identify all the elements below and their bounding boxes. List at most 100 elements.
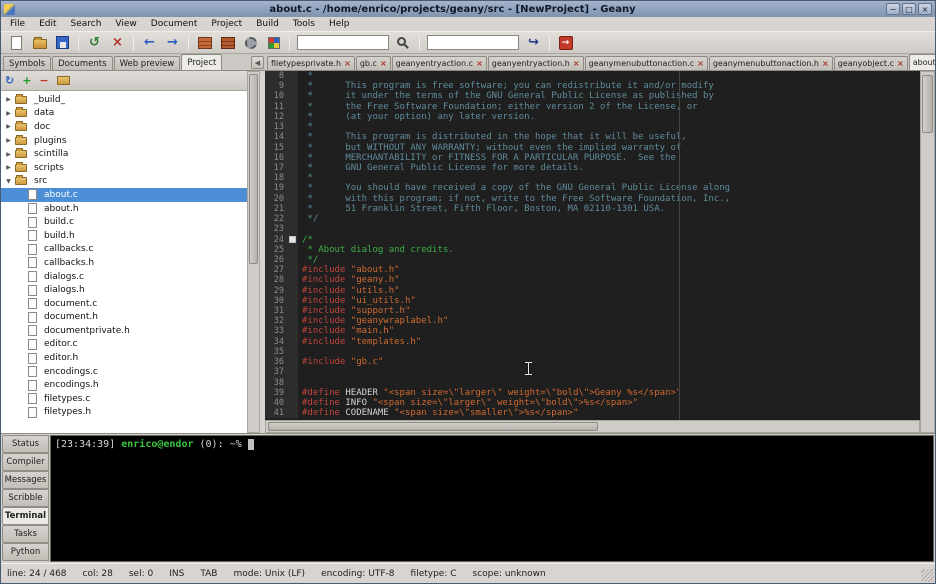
build-button[interactable] — [217, 33, 238, 52]
fold-marker-icon[interactable] — [289, 236, 296, 243]
tree-item[interactable]: ▶doc — [1, 120, 247, 134]
editor-vscrollbar[interactable] — [920, 71, 935, 433]
menu-item-build[interactable]: Build — [249, 18, 286, 30]
document-tab[interactable]: geanymenubuttonaction.h× — [709, 56, 833, 70]
document-tab[interactable]: geanyentryaction.c× — [392, 56, 487, 70]
message-tab-python[interactable]: Python — [2, 543, 49, 561]
tree-item[interactable]: ▶scripts — [1, 161, 247, 175]
message-tab-tasks[interactable]: Tasks — [2, 525, 49, 543]
close-window-button[interactable]: × — [918, 3, 932, 15]
message-tab-compiler[interactable]: Compiler — [2, 453, 49, 471]
tree-item[interactable]: ▶data — [1, 107, 247, 121]
forward-button[interactable]: → — [162, 33, 183, 52]
message-tab-messages[interactable]: Messages — [2, 471, 49, 489]
editor-hscrollbar[interactable] — [265, 420, 920, 433]
search-button[interactable] — [393, 33, 414, 52]
open-folder-icon[interactable] — [57, 76, 70, 85]
document-tab[interactable]: geanyobject.c× — [834, 56, 908, 70]
tree-item[interactable]: encodings.c — [1, 365, 247, 379]
tab-close-icon[interactable]: × — [822, 59, 829, 68]
tree-item[interactable]: document.h — [1, 311, 247, 325]
close-button[interactable]: × — [107, 33, 128, 52]
expander-icon[interactable]: ▶ — [4, 110, 13, 117]
tree-item[interactable]: callbacks.h — [1, 256, 247, 270]
expander-icon[interactable]: ▼ — [4, 178, 13, 185]
new-file-button[interactable] — [6, 33, 27, 52]
document-tab[interactable]: filetypesprivate.h× — [267, 56, 355, 70]
color-chooser-button[interactable] — [263, 33, 284, 52]
goto-line-button[interactable]: ↪ — [523, 33, 544, 52]
tree-item[interactable]: build.h — [1, 229, 247, 243]
tab-close-icon[interactable]: × — [476, 59, 483, 68]
tree-item[interactable]: dialogs.h — [1, 283, 247, 297]
editor-hscrollbar-thumb[interactable] — [268, 422, 598, 431]
tree-item[interactable]: about.c — [1, 188, 247, 202]
titlebar[interactable]: about.c - /home/enrico/projects/geany/sr… — [1, 1, 935, 17]
add-file-icon[interactable]: + — [22, 74, 31, 88]
tree-item[interactable]: ▼src — [1, 175, 247, 189]
revert-button[interactable]: ↺ — [84, 33, 105, 52]
expander-icon[interactable]: ▶ — [4, 151, 13, 158]
tab-close-icon[interactable]: × — [573, 59, 580, 68]
tree-item[interactable]: editor.c — [1, 338, 247, 352]
expander-icon[interactable]: ▶ — [4, 137, 13, 144]
document-tab[interactable]: geanymenubuttonaction.c× — [585, 56, 708, 70]
tab-close-icon[interactable]: × — [380, 59, 387, 68]
tab-scroll-left-button[interactable]: ◀ — [251, 56, 264, 69]
tab-close-icon[interactable]: × — [897, 59, 904, 68]
tree-item[interactable]: filetypes.c — [1, 392, 247, 406]
menu-item-project[interactable]: Project — [204, 18, 249, 30]
document-tab[interactable]: gb.c× — [356, 56, 391, 70]
tree-item[interactable]: ▶_build_ — [1, 93, 247, 107]
save-file-button[interactable] — [52, 33, 73, 52]
maximize-button[interactable]: □ — [902, 3, 916, 15]
menu-item-help[interactable]: Help — [322, 18, 357, 30]
tree-item[interactable]: ▶plugins — [1, 134, 247, 148]
sidebar-tab-symbols[interactable]: Symbols — [3, 56, 51, 70]
sidebar-tab-documents[interactable]: Documents — [52, 56, 112, 70]
menu-item-search[interactable]: Search — [64, 18, 109, 30]
document-tab[interactable]: geanyentryaction.h× — [488, 56, 584, 70]
goto-line-input[interactable] — [427, 35, 519, 50]
menu-item-view[interactable]: View — [108, 18, 143, 30]
back-button[interactable]: ← — [139, 33, 160, 52]
tree-item[interactable]: encodings.h — [1, 378, 247, 392]
terminal[interactable]: [23:34:39] enrico@endor (0): ~% — [50, 435, 934, 562]
minimize-button[interactable]: − — [886, 3, 900, 15]
expander-icon[interactable]: ▶ — [4, 123, 13, 130]
execute-button[interactable] — [240, 33, 261, 52]
quit-button[interactable]: → — [555, 33, 576, 52]
document-tab[interactable]: about.c× — [909, 54, 935, 70]
tree-item[interactable]: filetypes.h — [1, 406, 247, 420]
menu-item-tools[interactable]: Tools — [286, 18, 322, 30]
expander-icon[interactable]: ▶ — [4, 96, 13, 103]
tree-item[interactable]: ▶scintilla — [1, 147, 247, 161]
tab-close-icon[interactable]: × — [344, 59, 351, 68]
sidebar-scrollbar-thumb[interactable] — [249, 74, 258, 264]
tree-item[interactable]: build.c — [1, 215, 247, 229]
code-editor[interactable]: 8 *9 * This program is free software; yo… — [265, 71, 920, 420]
tab-close-icon[interactable]: × — [697, 59, 704, 68]
sidebar-scrollbar[interactable] — [247, 71, 260, 433]
message-tab-terminal[interactable]: Terminal — [2, 507, 49, 525]
sidebar-tab-web-preview[interactable]: Web preview — [114, 56, 181, 70]
sidebar-tab-project[interactable]: Project — [181, 54, 222, 70]
tree-item[interactable]: dialogs.c — [1, 270, 247, 284]
menu-item-document[interactable]: Document — [144, 18, 205, 30]
tree-item[interactable]: about.h — [1, 202, 247, 216]
tree-item[interactable]: editor.h — [1, 351, 247, 365]
refresh-icon[interactable]: ↻ — [5, 74, 14, 88]
search-input[interactable] — [297, 35, 389, 50]
remove-file-icon[interactable]: − — [39, 74, 48, 88]
open-file-button[interactable] — [29, 33, 50, 52]
message-tab-scribble[interactable]: Scribble — [2, 489, 49, 507]
message-tab-status[interactable]: Status — [2, 435, 49, 453]
menu-item-edit[interactable]: Edit — [32, 18, 63, 30]
tree-item[interactable]: callbacks.c — [1, 243, 247, 257]
menu-item-file[interactable]: File — [3, 18, 32, 30]
expander-icon[interactable]: ▶ — [4, 164, 13, 171]
tree-item[interactable]: document.c — [1, 297, 247, 311]
resize-grip[interactable] — [921, 569, 934, 582]
compile-button[interactable] — [194, 33, 215, 52]
editor-vscrollbar-thumb[interactable] — [922, 75, 933, 133]
